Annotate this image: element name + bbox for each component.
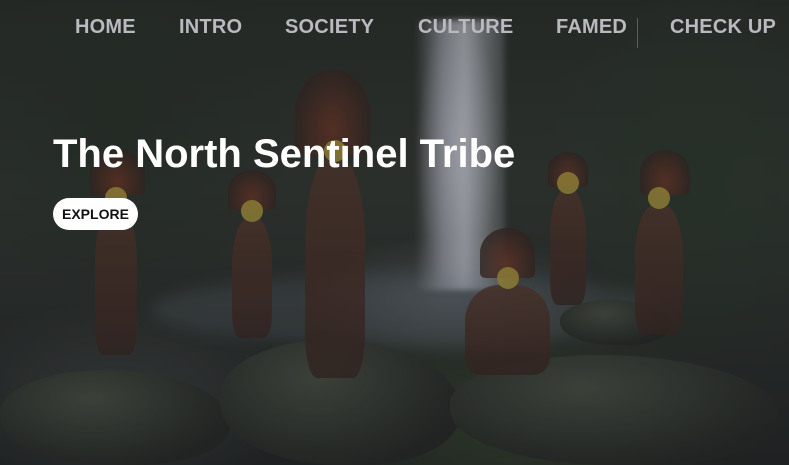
top-nav: HOME INTRO SOCIETY CULTURE FAMED CHECK U… <box>0 16 789 48</box>
overlay <box>0 0 789 465</box>
hero-section: HOME INTRO SOCIETY CULTURE FAMED CHECK U… <box>0 0 789 465</box>
nav-famed[interactable]: FAMED <box>556 16 627 39</box>
nav-culture[interactable]: CULTURE <box>418 16 513 39</box>
explore-button[interactable]: EXPLORE <box>53 198 138 230</box>
nav-society[interactable]: SOCIETY <box>285 16 374 39</box>
nav-divider <box>637 18 638 48</box>
nav-home[interactable]: HOME <box>75 16 136 39</box>
hero-title: The North Sentinel Tribe <box>53 132 516 176</box>
nav-check-up[interactable]: CHECK UP <box>670 16 776 39</box>
nav-intro[interactable]: INTRO <box>179 16 242 39</box>
